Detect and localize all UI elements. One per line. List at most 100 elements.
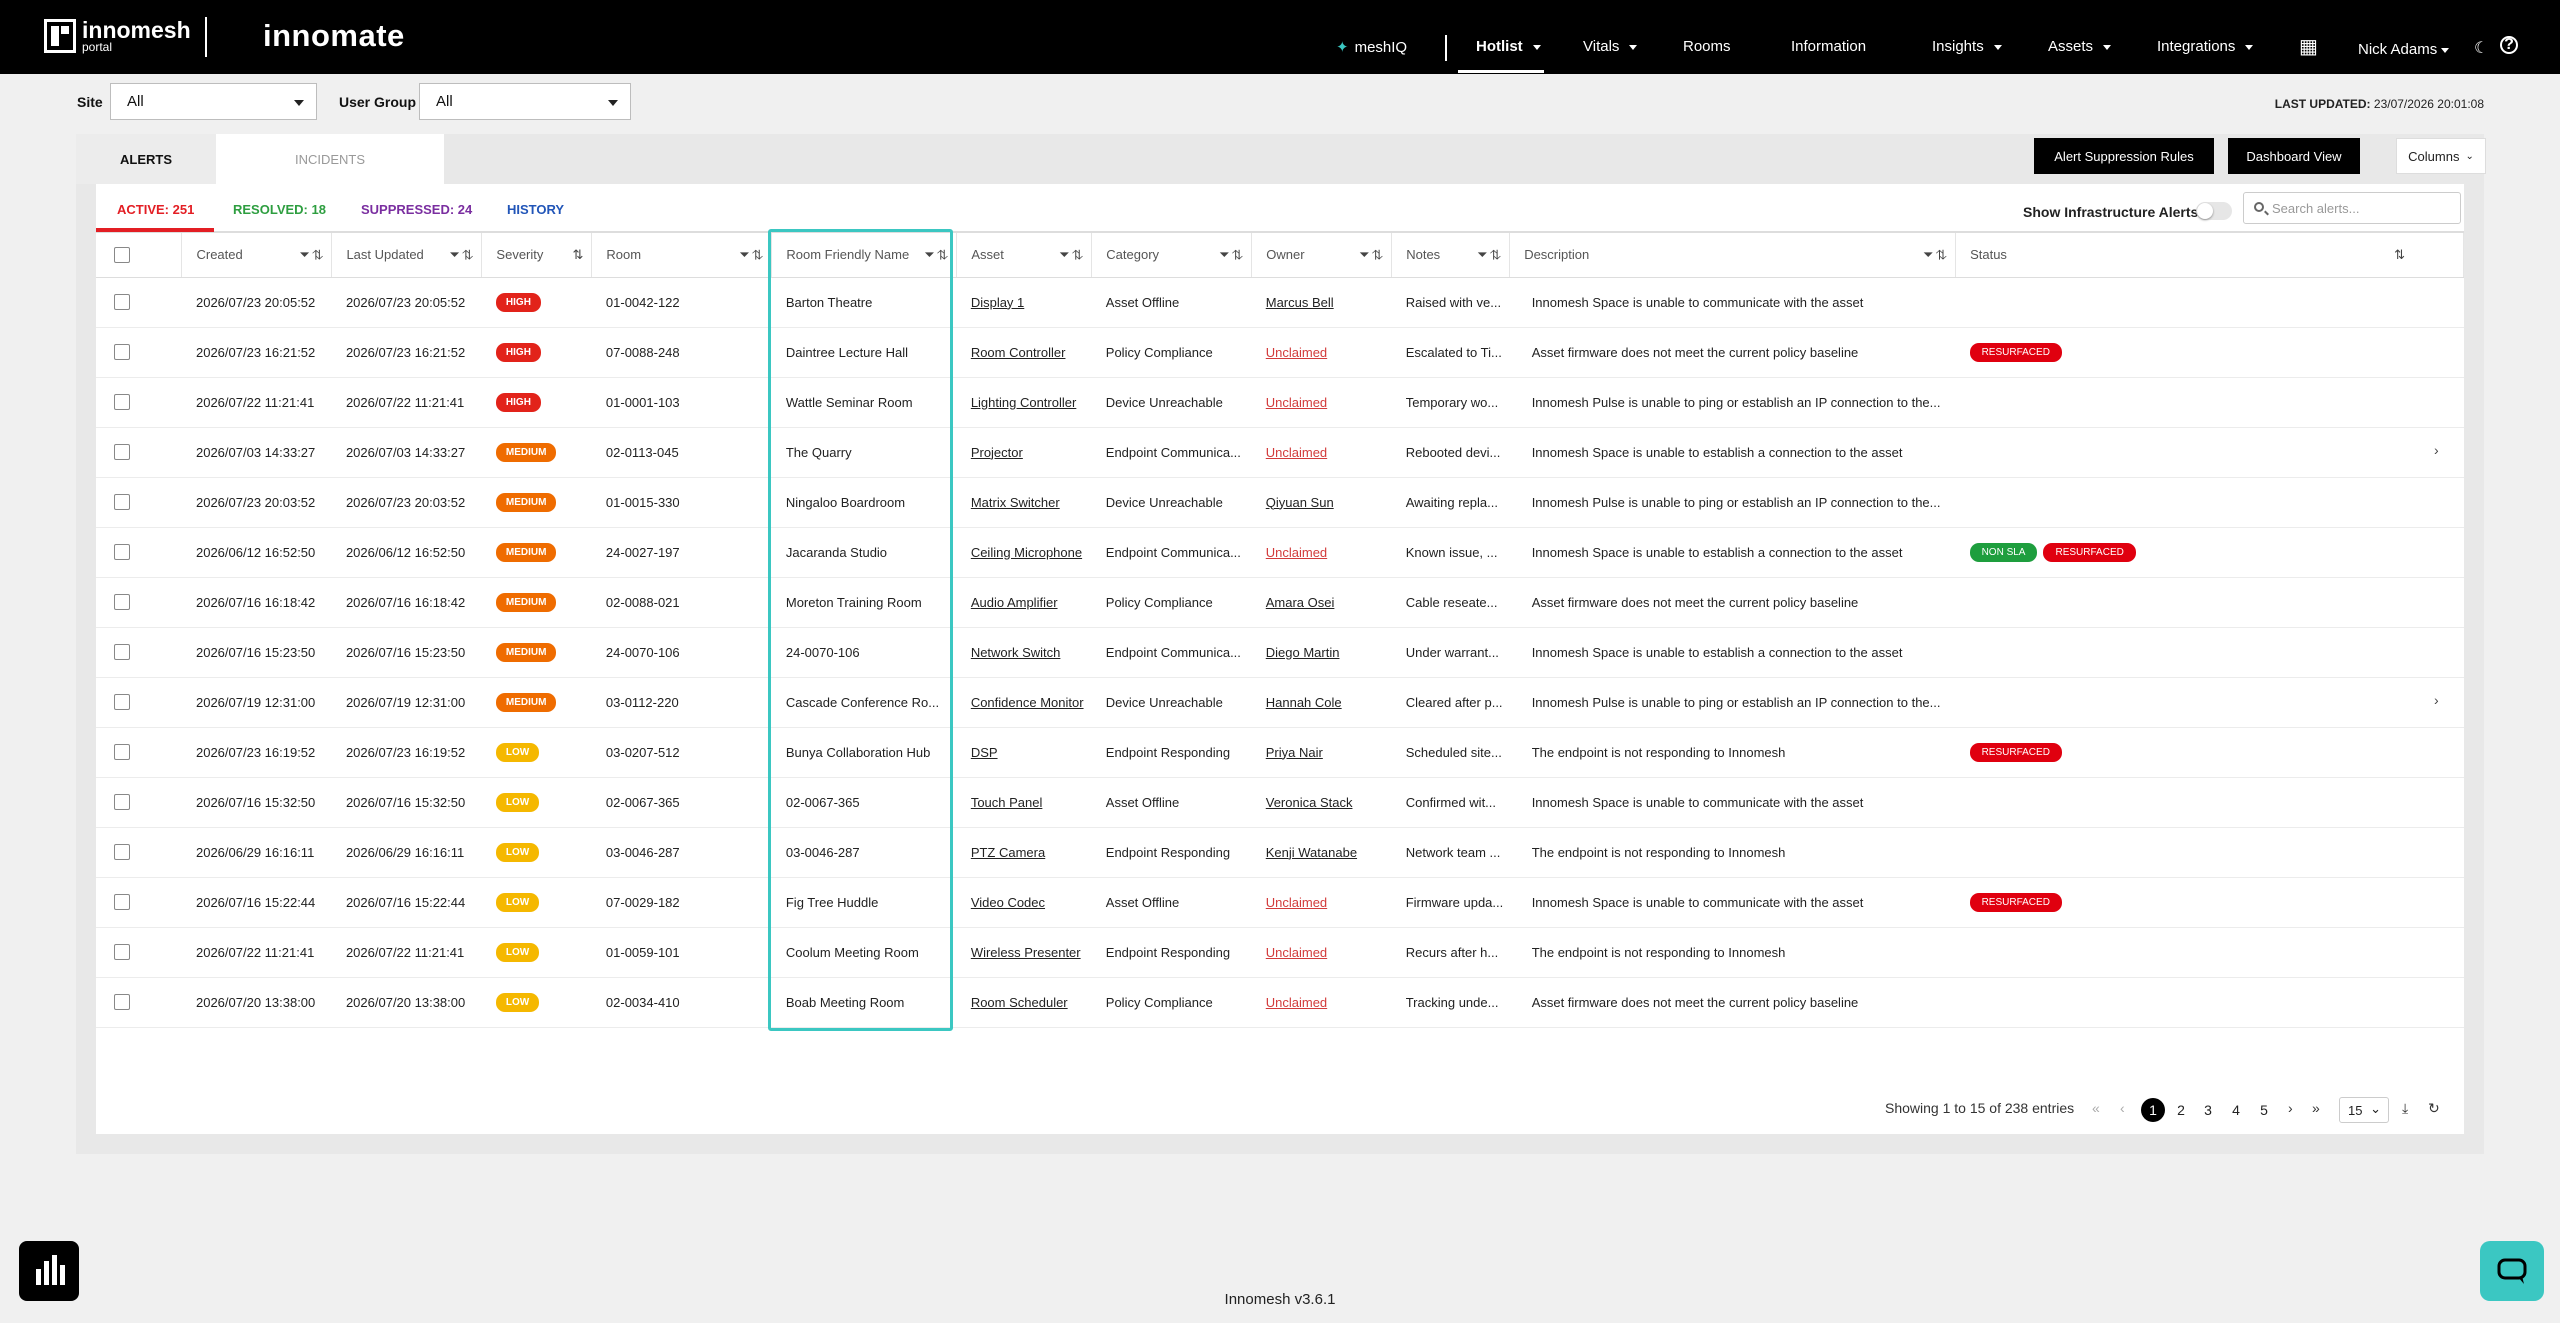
row-select-cell[interactable] — [96, 477, 182, 528]
row-checkbox[interactable] — [114, 394, 130, 411]
asset-link[interactable]: Wireless Presenter — [971, 945, 1081, 960]
row-checkbox[interactable] — [114, 444, 130, 461]
notes-cell[interactable]: Cleared after p... — [1391, 677, 1510, 728]
asset-link[interactable]: Confidence Monitor — [971, 695, 1084, 710]
filter-sort-icon[interactable]: ⏷⇅ — [739, 247, 765, 263]
page-3[interactable]: 3 — [2196, 1098, 2220, 1122]
row-checkbox[interactable] — [114, 944, 130, 961]
owner-link[interactable]: Unclaimed — [1266, 445, 1327, 460]
table-row[interactable]: 2026/07/16 15:32:50 2026/07/16 15:32:50 LO… — [96, 777, 2464, 828]
table-row[interactable]: 2026/06/12 16:52:50 2026/06/12 16:52:50 ME… — [96, 527, 2464, 578]
row-select-cell[interactable] — [96, 277, 182, 328]
asset-link[interactable]: Touch Panel — [971, 795, 1043, 810]
chevron-right-icon[interactable]: › — [2434, 692, 2439, 708]
nav-meshiq[interactable]: ✦ meshIQ — [1336, 38, 1407, 56]
owner-link[interactable]: Unclaimed — [1266, 895, 1327, 910]
asset-link[interactable]: Ceiling Microphone — [971, 545, 1082, 560]
row-select-cell[interactable] — [96, 777, 182, 828]
notes-cell[interactable]: Tracking unde... — [1391, 977, 1510, 1028]
owner-link[interactable]: Diego Martin — [1266, 645, 1340, 660]
asset-link[interactable]: Lighting Controller — [971, 395, 1077, 410]
select-all-header[interactable] — [96, 233, 183, 278]
notes-cell[interactable]: Under warrant... — [1391, 627, 1510, 678]
owner-link[interactable]: Unclaimed — [1266, 345, 1327, 360]
owner-link[interactable]: Unclaimed — [1266, 395, 1327, 410]
search-alerts-input[interactable]: Search alerts... — [2243, 192, 2461, 224]
nav-vitals[interactable]: Vitals — [1583, 38, 1638, 55]
subtab-suppressed[interactable]: SUPPRESSED: 24 — [361, 202, 472, 217]
notes-cell[interactable]: Known issue, ... — [1391, 527, 1510, 578]
innomesh-logo[interactable]: innomesh portal — [44, 18, 191, 54]
notes-cell[interactable]: Firmware upda... — [1391, 877, 1510, 928]
tab-alerts[interactable]: ALERTS — [76, 134, 216, 184]
row-checkbox[interactable] — [114, 894, 130, 911]
asset-link[interactable]: Matrix Switcher — [971, 495, 1060, 510]
row-select-cell[interactable] — [96, 677, 182, 728]
filter-sort-icon[interactable]: ⏷⇅ — [1359, 247, 1385, 263]
filter-sort-icon[interactable]: ⏷⇅ — [1059, 247, 1085, 263]
row-select-cell[interactable] — [96, 727, 182, 778]
row-select-cell[interactable] — [96, 627, 182, 678]
notes-cell[interactable]: Awaiting repla... — [1391, 477, 1510, 528]
tab-incidents[interactable]: INCIDENTS — [216, 134, 444, 184]
page-size-select[interactable]: 15 ⌄ — [2339, 1097, 2389, 1123]
row-checkbox[interactable] — [114, 294, 130, 311]
filter-sort-icon[interactable]: ⏷⇅ — [1219, 247, 1245, 263]
table-row[interactable]: 2026/07/23 16:21:52 2026/07/23 16:21:52 HI… — [96, 327, 2464, 378]
col-room[interactable]: Room ⏷⇅ — [591, 233, 773, 278]
table-row[interactable]: 2026/06/29 16:16:11 2026/06/29 16:16:11 LO… — [96, 827, 2464, 878]
page-1[interactable]: 1 — [2141, 1098, 2165, 1122]
table-row[interactable]: 2026/07/23 20:05:52 2026/07/23 20:05:52 HI… — [96, 277, 2464, 328]
owner-link[interactable]: Unclaimed — [1266, 945, 1327, 960]
row-checkbox[interactable] — [114, 594, 130, 611]
col-last-updated[interactable]: Last Updated ⏷⇅ — [331, 233, 483, 278]
col-description[interactable]: Description ⏷⇅ — [1509, 233, 1957, 278]
apps-grid-icon[interactable]: ▦ — [2299, 34, 2318, 59]
refresh-icon[interactable]: ↻ — [2428, 1100, 2440, 1117]
next-page-icon[interactable]: › — [2288, 1100, 2293, 1116]
sort-icon[interactable]: ⇅ — [573, 247, 586, 263]
asset-link[interactable]: Projector — [971, 445, 1023, 460]
owner-link[interactable]: Hannah Cole — [1266, 695, 1342, 710]
page-2[interactable]: 2 — [2169, 1098, 2193, 1122]
alert-suppression-rules-button[interactable]: Alert Suppression Rules — [2034, 138, 2214, 174]
table-row[interactable]: 2026/07/16 16:18:42 2026/07/16 16:18:42 ME… — [96, 577, 2464, 628]
notes-cell[interactable]: Network team ... — [1391, 827, 1510, 878]
page-4[interactable]: 4 — [2224, 1098, 2248, 1122]
nav-information[interactable]: Information — [1791, 38, 1866, 55]
filter-sort-icon[interactable]: ⏷⇅ — [1477, 247, 1503, 263]
asset-link[interactable]: Network Switch — [971, 645, 1061, 660]
table-row[interactable]: 2026/07/23 20:03:52 2026/07/23 20:03:52 ME… — [96, 477, 2464, 528]
table-row[interactable]: 2026/07/22 11:21:41 2026/07/22 11:21:41 LO… — [96, 927, 2464, 978]
row-select-cell[interactable] — [96, 877, 182, 928]
col-category[interactable]: Category ⏷⇅ — [1091, 233, 1253, 278]
row-checkbox[interactable] — [114, 644, 130, 661]
chat-support-button[interactable] — [2480, 1241, 2544, 1301]
notes-cell[interactable]: Raised with ve... — [1391, 277, 1510, 328]
site-select[interactable]: All — [110, 83, 317, 120]
dark-mode-moon-icon[interactable]: ☾ — [2474, 38, 2488, 58]
col-severity[interactable]: Severity ⇅ — [481, 233, 593, 278]
download-icon[interactable]: ⤓ — [2402, 1100, 2408, 1117]
user-menu[interactable]: Nick Adams — [2358, 41, 2450, 58]
owner-link[interactable]: Unclaimed — [1266, 995, 1327, 1010]
nav-hotlist[interactable]: Hotlist — [1476, 38, 1541, 55]
owner-link[interactable]: Amara Osei — [1266, 595, 1335, 610]
table-row[interactable]: 2026/07/16 15:23:50 2026/07/16 15:23:50 ME… — [96, 627, 2464, 678]
filter-sort-icon[interactable]: ⏷⇅ — [299, 247, 325, 263]
row-select-cell[interactable] — [96, 977, 182, 1028]
asset-link[interactable]: DSP — [971, 745, 998, 760]
row-checkbox[interactable] — [114, 544, 130, 561]
notes-cell[interactable]: Temporary wo... — [1391, 377, 1510, 428]
row-checkbox[interactable] — [114, 494, 130, 511]
row-checkbox[interactable] — [114, 844, 130, 861]
notes-cell[interactable]: Escalated to Ti... — [1391, 327, 1510, 378]
notes-cell[interactable]: Cable reseate... — [1391, 577, 1510, 628]
row-select-cell[interactable] — [96, 577, 182, 628]
owner-link[interactable]: Priya Nair — [1266, 745, 1323, 760]
innomate-logo[interactable]: innomate — [263, 18, 405, 54]
row-select-cell[interactable] — [96, 427, 182, 478]
owner-link[interactable]: Kenji Watanabe — [1266, 845, 1357, 860]
col-owner[interactable]: Owner ⏷⇅ — [1251, 233, 1393, 278]
subtab-resolved[interactable]: RESOLVED: 18 — [233, 202, 326, 217]
